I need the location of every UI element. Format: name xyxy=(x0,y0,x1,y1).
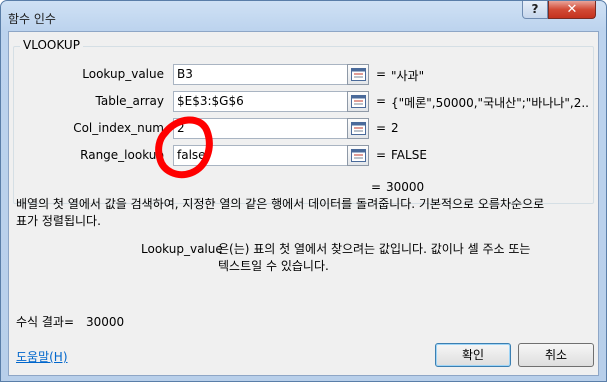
arg-description-line: 은(는) 표의 첫 열에서 찾으려는 값입니다. 값이나 셀 주소 또는 xyxy=(218,242,531,256)
red-circle-annotation xyxy=(155,116,213,179)
collapse-dialog-icon xyxy=(351,68,366,81)
formula-result-value: 30000 xyxy=(86,315,125,329)
dialog-body: VLOOKUP Lookup_value B3 = "사과" Table_arr… xyxy=(8,31,599,376)
collapse-dialog-icon xyxy=(351,149,366,162)
function-description: 배열의 첫 열에서 값을 검색하여, 지정한 열의 같은 행에서 데이터를 돌려… xyxy=(16,196,544,230)
collapse-dialog-icon xyxy=(351,95,366,108)
description-line: 배열의 첫 열에서 값을 검색하여, 지정한 열의 같은 행에서 데이터를 돌려… xyxy=(16,197,545,211)
equals-sign: = xyxy=(376,94,387,108)
col-index-num-range-picker[interactable] xyxy=(347,118,369,139)
lookup-value-result: "사과" xyxy=(391,69,425,83)
arg-label-col-index-num: Col_index_num xyxy=(73,121,164,135)
formula-result-label: 수식 결과= xyxy=(16,315,75,329)
current-arg-name: Lookup_value xyxy=(141,242,223,256)
help-link[interactable]: 도움말(H) xyxy=(16,348,68,365)
arg-label-lookup-value: Lookup_value xyxy=(82,67,164,81)
equals-sign: = xyxy=(376,121,387,135)
function-name: VLOOKUP xyxy=(20,38,83,52)
ok-button[interactable]: 확인 xyxy=(435,343,511,367)
collapse-dialog-icon xyxy=(351,122,366,135)
close-button[interactable]: ✕ xyxy=(548,1,596,19)
range-lookup-range-picker[interactable] xyxy=(347,145,369,166)
lookup-value-input[interactable]: B3 xyxy=(173,64,350,85)
range-lookup-result: FALSE xyxy=(391,148,427,162)
title-bar[interactable]: 함수 인수 ? ✕ xyxy=(1,1,606,31)
table-array-input[interactable]: $E$3:$G$6 xyxy=(173,91,350,112)
function-arguments-dialog: 함수 인수 ? ✕ VLOOKUP Lookup_value B3 = "사과"… xyxy=(0,0,607,382)
overall-result: 30000 xyxy=(386,180,425,194)
equals-sign: = xyxy=(376,67,387,81)
arg-description-line: 텍스트일 수 있습니다. xyxy=(218,259,329,273)
arg-label-range-lookup: Range_lookup xyxy=(80,148,164,162)
table-array-range-picker[interactable] xyxy=(347,91,369,112)
dialog-title: 함수 인수 xyxy=(8,12,56,26)
help-button[interactable]: ? xyxy=(522,1,548,19)
equals-sign: = xyxy=(371,180,382,194)
cancel-button[interactable]: 취소 xyxy=(518,343,594,367)
equals-sign: = xyxy=(376,148,387,162)
description-line: 표가 정렬됩니다. xyxy=(16,214,101,228)
current-arg-description: 은(는) 표의 첫 열에서 찾으려는 값입니다. 값이나 셀 주소 또는 텍스트… xyxy=(218,241,530,275)
col-index-num-result: 2 xyxy=(391,121,399,135)
table-array-result: {"메론",50000,"국내산";"바나나",2... xyxy=(391,96,589,110)
lookup-value-range-picker[interactable] xyxy=(347,64,369,85)
annotation-stroke xyxy=(155,116,213,179)
arg-label-table-array: Table_array xyxy=(95,94,165,108)
